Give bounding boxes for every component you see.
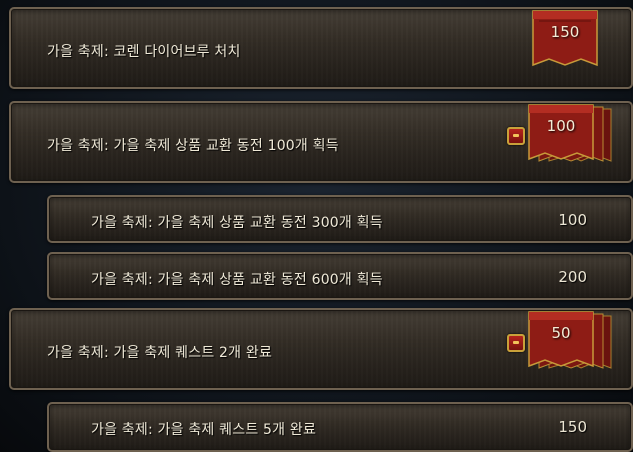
achievement-title: 가을 축제: 코렌 다이어브루 처치 [47, 44, 241, 60]
achievement-title: 가을 축제: 가을 축제 상품 교환 동전 100개 획득 [47, 138, 339, 154]
achievement-points: 50 [551, 324, 571, 342]
red-toggle-icon[interactable] [507, 334, 525, 352]
achievement-points: 150 [558, 418, 587, 436]
points-banner: 50 [525, 310, 613, 374]
achievement-points: 200 [558, 268, 587, 286]
achievement-points: 100 [558, 211, 587, 229]
achievement-title: 가을 축제: 가을 축제 상품 교환 동전 300개 획득 [91, 215, 383, 231]
points-banner: 100 [525, 103, 613, 167]
achievement-row[interactable]: 가을 축제: 가을 축제 퀘스트 2개 완료 50 [9, 308, 633, 390]
achievement-points: 100 [546, 117, 576, 135]
sub-achievement-row[interactable]: 가을 축제: 가을 축제 상품 교환 동전 300개 획득 100 [47, 195, 633, 243]
red-banner-icon [528, 311, 612, 369]
red-banner-icon [528, 104, 612, 162]
achievement-row[interactable]: 가을 축제: 가을 축제 상품 교환 동전 100개 획득 100 [9, 101, 633, 183]
achievement-title: 가을 축제: 가을 축제 퀘스트 2개 완료 [47, 345, 273, 361]
achievement-row[interactable]: 가을 축제: 코렌 다이어브루 처치 150 [9, 7, 633, 89]
achievement-points: 150 [550, 23, 580, 41]
points-banner: 150 [529, 9, 601, 73]
sub-achievement-row[interactable]: 가을 축제: 가을 축제 상품 교환 동전 600개 획득 200 [47, 252, 633, 300]
red-toggle-icon[interactable] [507, 127, 525, 145]
achievement-title: 가을 축제: 가을 축제 상품 교환 동전 600개 획득 [91, 272, 383, 288]
achievement-title: 가을 축제: 가을 축제 퀘스트 5개 완료 [91, 422, 317, 438]
sub-achievement-row[interactable]: 가을 축제: 가을 축제 퀘스트 5개 완료 150 [47, 402, 633, 452]
red-banner-icon [532, 10, 598, 67]
